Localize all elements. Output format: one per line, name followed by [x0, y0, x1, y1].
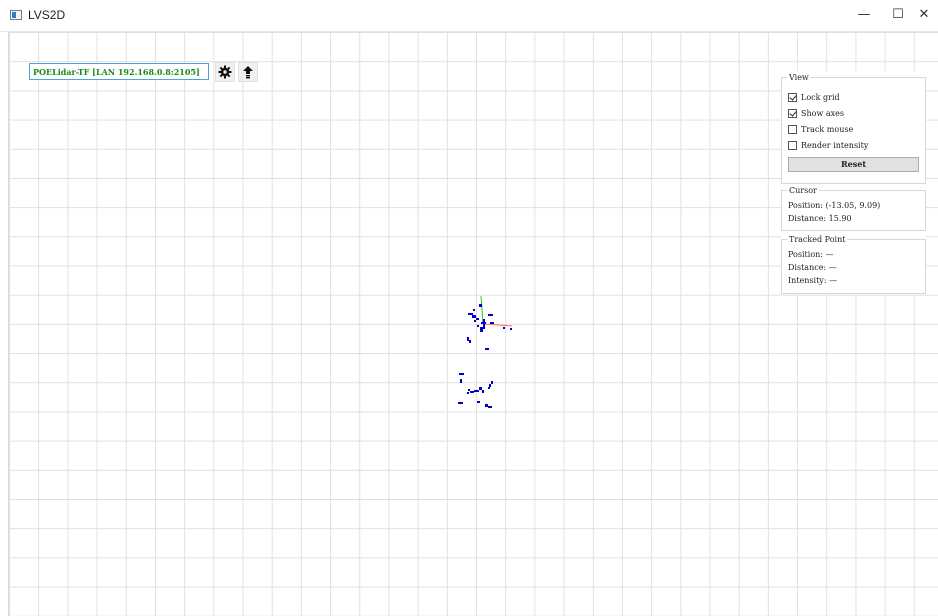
tracked-intensity-label: Intensity: — [788, 276, 827, 285]
gear-icon — [218, 65, 232, 79]
cursor-group: Cursor Position: (-13.05, 9.09) Distance… — [781, 186, 926, 231]
reset-button[interactable]: Reset — [788, 157, 919, 172]
show-axes-label: Show axes — [801, 108, 844, 118]
checkbox-unchecked[interactable] — [788, 124, 797, 134]
track-mouse-label: Track mouse — [801, 124, 854, 134]
tracked-intensity-row: Intensity: — — [788, 276, 837, 285]
lidar-connection-selector[interactable]: POELidar-TF [LAN 192.168.0.8:2105] — [29, 63, 209, 80]
tracked-distance-value: — — [828, 263, 837, 272]
x-axis-line — [482, 323, 513, 327]
y-axis-line — [480, 295, 484, 325]
render-intensity-label: Render intensity — [801, 140, 869, 150]
tracked-intensity-value: — — [829, 276, 838, 285]
settings-button[interactable] — [215, 62, 235, 82]
cursor-distance-row: Distance: 15.90 — [788, 214, 852, 223]
scan-points-upper — [467, 304, 512, 350]
scan-points-lower — [458, 373, 493, 408]
show-axes-checkbox[interactable]: Show axes — [788, 107, 844, 119]
cursor-group-title: Cursor — [787, 186, 819, 195]
lock-grid-checkbox[interactable]: Lock grid — [788, 91, 840, 103]
checkbox-unchecked[interactable] — [788, 140, 797, 150]
tracked-position-row: Position: — — [788, 250, 834, 259]
checkbox-checked[interactable] — [788, 108, 797, 118]
view-group-title: View — [787, 73, 811, 82]
render-intensity-checkbox[interactable]: Render intensity — [788, 139, 868, 151]
tracked-point-group-title: Tracked Point — [787, 235, 848, 244]
cursor-distance-value: 15.90 — [828, 214, 852, 223]
tracked-point-group: Tracked Point Position: — Distance: — In… — [781, 235, 926, 294]
upload-button[interactable] — [238, 62, 258, 82]
cursor-position-value: (-13.05, 9.09) — [825, 201, 881, 210]
track-mouse-checkbox[interactable]: Track mouse — [788, 123, 853, 135]
view-group: View Lock grid Show axes Track mouse Ren… — [781, 73, 926, 184]
lock-grid-label: Lock grid — [801, 92, 840, 102]
cursor-distance-label: Distance: — [788, 214, 827, 223]
upload-icon — [243, 66, 253, 79]
tracked-distance-label: Distance: — [788, 263, 827, 272]
checkbox-checked[interactable] — [788, 92, 797, 102]
cursor-position-row: Position: (-13.05, 9.09) — [788, 201, 880, 210]
tracked-distance-row: Distance: — — [788, 263, 837, 272]
tracked-position-value: — — [825, 250, 834, 259]
side-panel: View Lock grid Show axes Track mouse Ren… — [781, 71, 926, 294]
cursor-position-label: Position: — [788, 201, 823, 210]
tracked-position-label: Position: — [788, 250, 823, 259]
